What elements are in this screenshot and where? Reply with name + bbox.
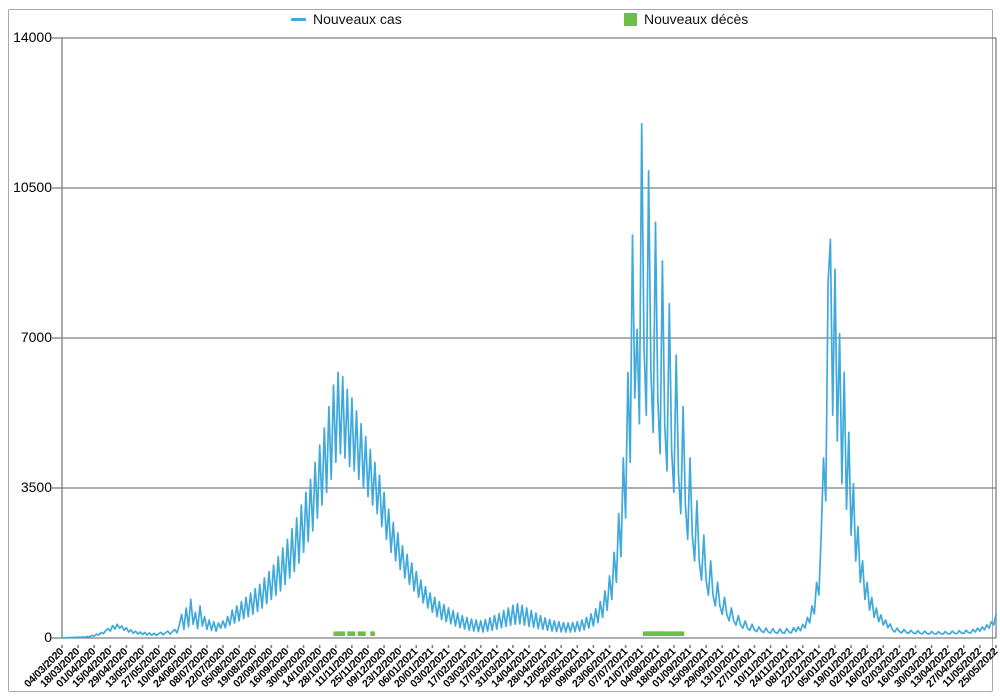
chart-plot-area — [0, 0, 1000, 696]
y-axis-label: 7000 — [0, 329, 52, 345]
y-axis-label: 0 — [0, 629, 52, 645]
chart-canvas: Nouveaux cas Nouveaux décès 035007000105… — [0, 0, 1000, 696]
deaths-marker — [340, 631, 345, 636]
deaths-marker — [351, 631, 356, 636]
y-axis-label: 3500 — [0, 479, 52, 495]
y-axis-label: 10500 — [0, 179, 52, 195]
deaths-marker — [370, 631, 375, 636]
cases-line — [62, 124, 996, 638]
y-axis-label: 14000 — [0, 29, 52, 45]
deaths-marker — [361, 631, 366, 636]
deaths-marker — [680, 631, 685, 636]
